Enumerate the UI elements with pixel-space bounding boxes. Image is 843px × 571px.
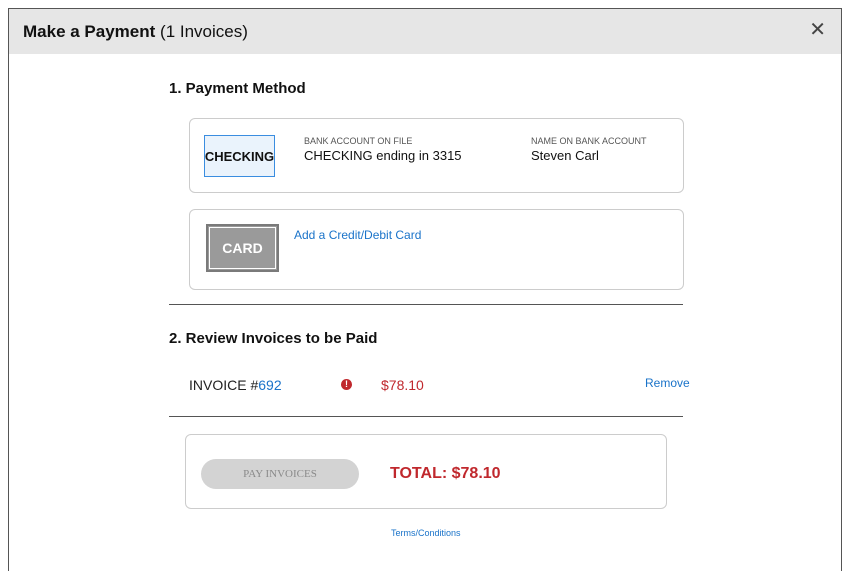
terms-link[interactable]: Terms/Conditions: [391, 528, 461, 538]
total-amount: TOTAL: $78.10: [390, 465, 501, 482]
add-card-link[interactable]: Add a Credit/Debit Card: [294, 228, 421, 242]
bank-account-option[interactable]: CHECKING BANK ACCOUNT ON FILE CHECKING e…: [189, 118, 684, 193]
modal-title-count: (1 Invoices): [160, 22, 248, 41]
section-divider: [169, 416, 683, 417]
card-option[interactable]: CARD Add a Credit/Debit Card: [189, 209, 684, 290]
account-name-label: NAME ON BANK ACCOUNT: [531, 136, 647, 146]
pay-invoices-button[interactable]: PAY INVOICES: [201, 459, 359, 489]
payment-modal: Make a Payment (1 Invoices) ✕ 1. Payment…: [8, 8, 842, 571]
bank-account-label: BANK ACCOUNT ON FILE: [304, 136, 413, 146]
remove-invoice-link[interactable]: Remove: [645, 376, 690, 390]
pay-panel: PAY INVOICES TOTAL: $78.10: [185, 434, 667, 509]
review-invoices-heading: 2. Review Invoices to be Paid: [169, 330, 378, 347]
checking-badge[interactable]: CHECKING: [204, 135, 275, 177]
invoice-number-link[interactable]: 692: [258, 377, 281, 393]
modal-header: Make a Payment (1 Invoices) ✕: [9, 9, 841, 54]
modal-title-main: Make a Payment: [23, 22, 156, 41]
alert-icon: !: [341, 379, 352, 390]
account-name-value: Steven Carl: [531, 148, 599, 163]
card-badge[interactable]: CARD: [206, 224, 279, 272]
section-divider: [169, 304, 683, 305]
invoice-row: INVOICE #692: [189, 377, 282, 393]
close-icon[interactable]: ✕: [809, 18, 826, 42]
invoice-amount: $78.10: [381, 377, 424, 393]
invoice-prefix: INVOICE #: [189, 377, 259, 393]
payment-method-heading: 1. Payment Method: [169, 80, 306, 97]
bank-account-value: CHECKING ending in 3315: [304, 148, 462, 163]
modal-title: Make a Payment (1 Invoices): [23, 22, 248, 42]
